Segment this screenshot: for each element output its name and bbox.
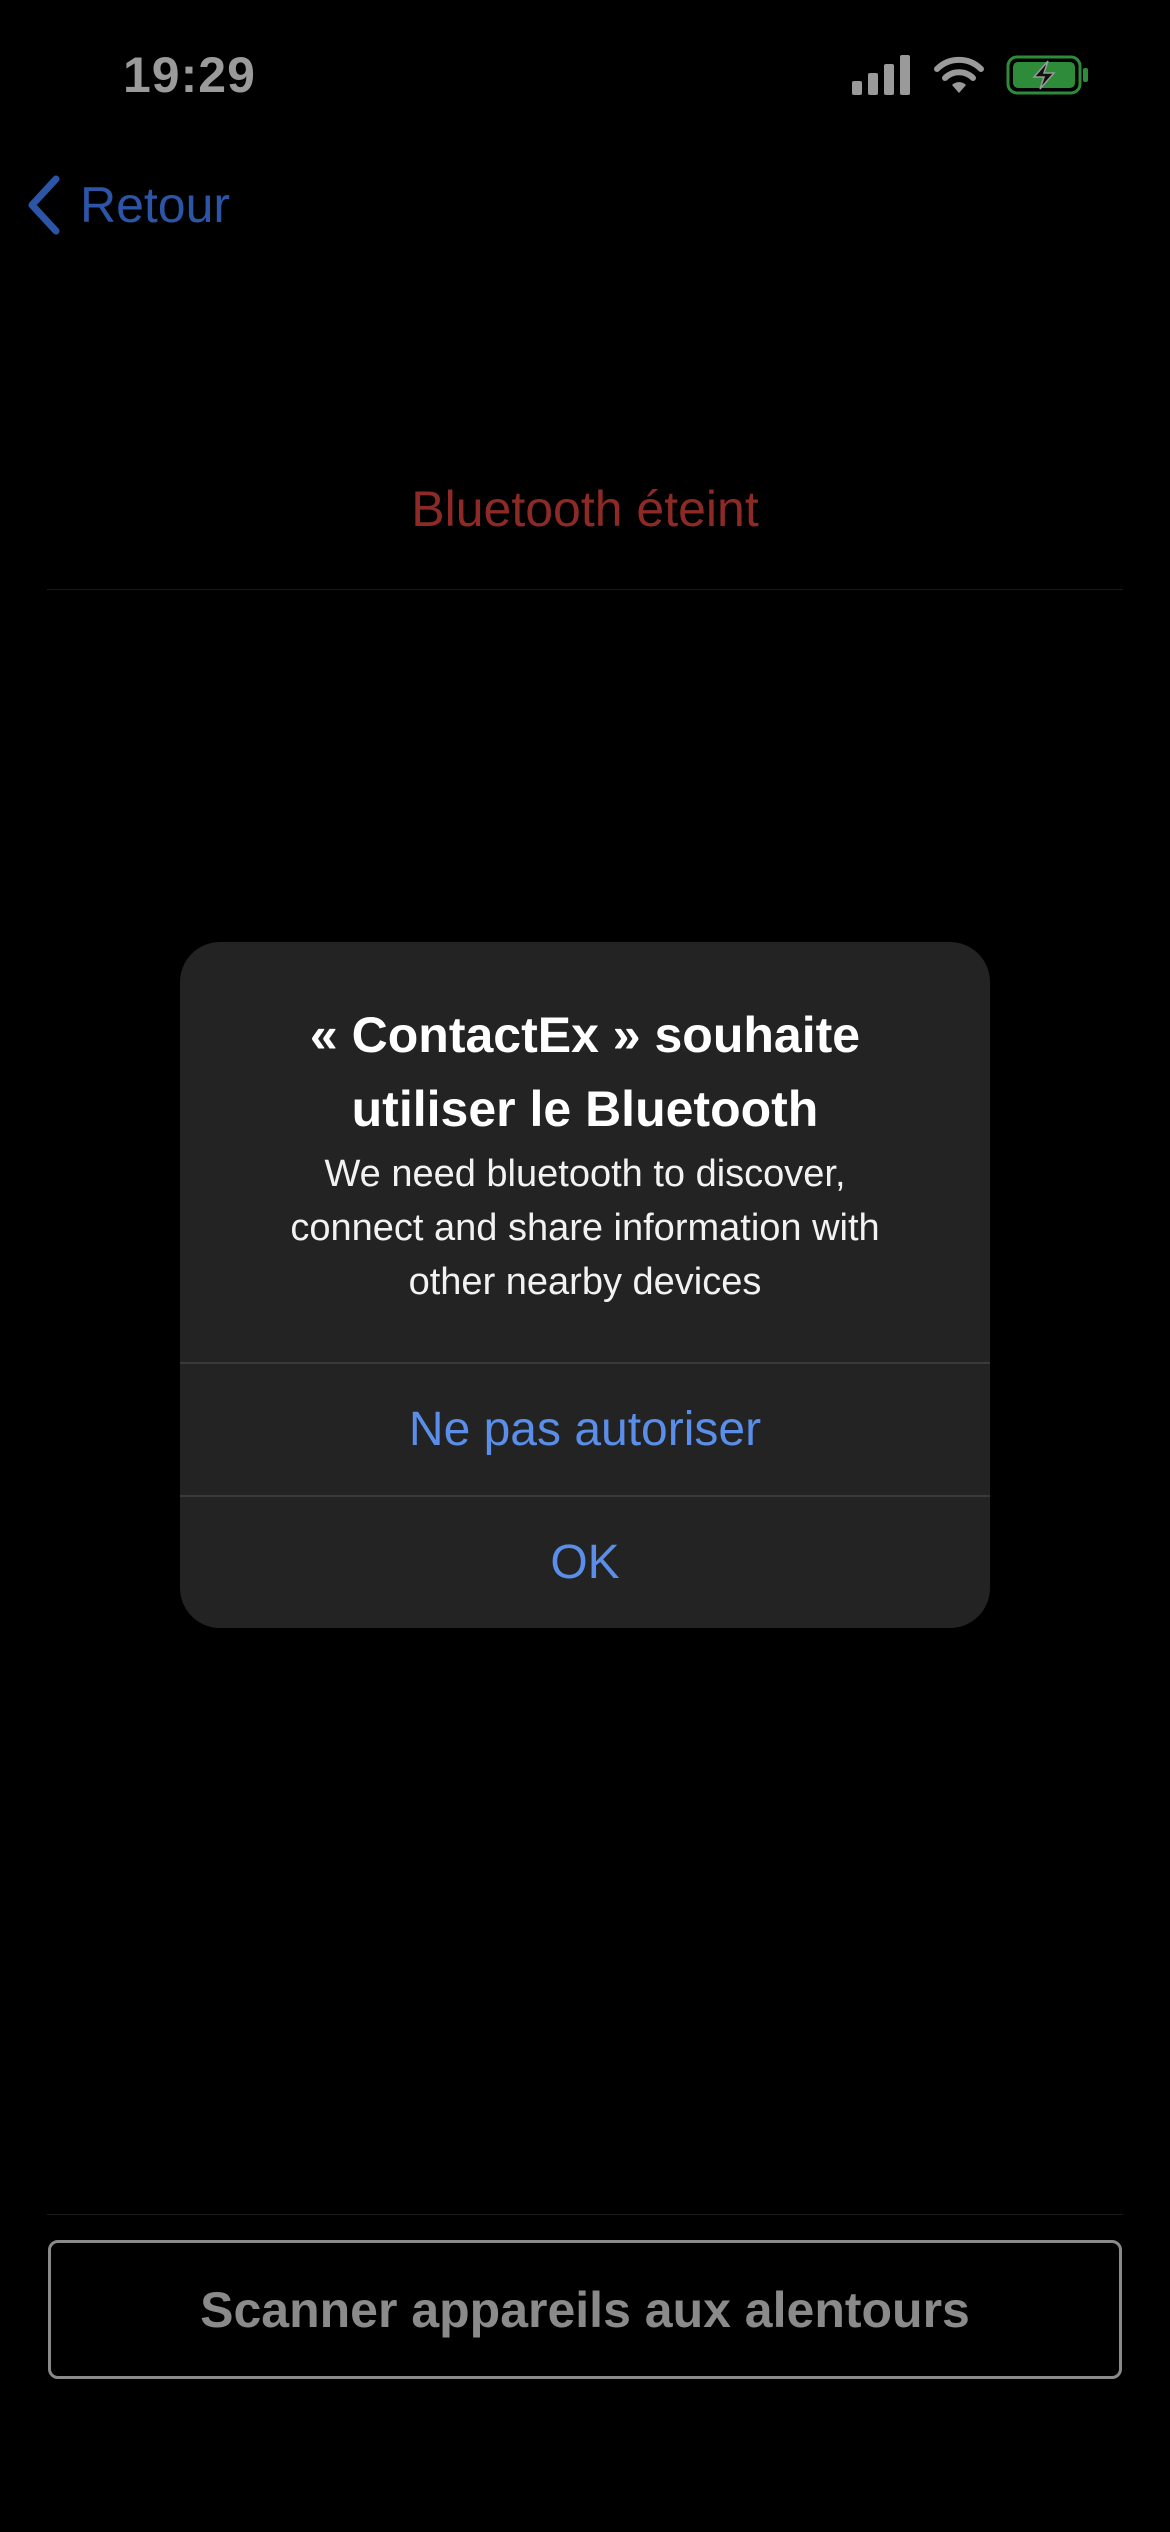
- cellular-signal-icon: [852, 55, 912, 100]
- divider: [47, 589, 1123, 590]
- back-label: Retour: [80, 177, 231, 233]
- divider: [47, 2214, 1123, 2215]
- alert-message-line: We need bluetooth to discover,: [324, 1153, 846, 1195]
- status-icons: [852, 55, 1090, 100]
- chevron-left-icon: [26, 175, 62, 235]
- ok-button[interactable]: OK: [180, 1497, 990, 1628]
- deny-button[interactable]: Ne pas autoriser: [180, 1364, 990, 1495]
- scan-nearby-devices-button[interactable]: Scanner appareils aux alentours: [48, 2240, 1122, 2379]
- alert-title-line: « ContactEx » souhaite: [309, 1007, 861, 1063]
- alert-message-line: connect and share information with: [290, 1207, 880, 1249]
- alert-message-line: other nearby devices: [408, 1261, 762, 1303]
- alert-message: We need bluetooth to discover, connect a…: [220, 1147, 950, 1309]
- bluetooth-status-text: Bluetooth éteint: [411, 481, 759, 537]
- bluetooth-permission-alert: « ContactEx » souhaite utiliser le Bluet…: [180, 942, 990, 1628]
- alert-title: « ContactEx » souhaite utiliser le Bluet…: [220, 998, 950, 1146]
- wifi-icon: [932, 55, 986, 100]
- status-time: 19:29: [123, 47, 256, 103]
- back-button[interactable]: Retour: [26, 175, 230, 235]
- alert-title-line: utiliser le Bluetooth: [351, 1081, 819, 1137]
- battery-charging-icon: [1006, 55, 1090, 100]
